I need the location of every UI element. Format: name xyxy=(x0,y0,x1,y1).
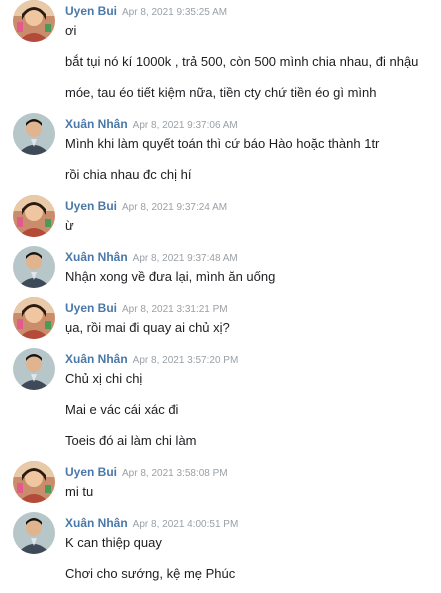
sender-name[interactable]: Uyen Bui xyxy=(65,301,117,315)
message-header: Uyen Bui Apr 8, 2021 9:35:25 AM xyxy=(65,2,227,20)
nhan-avatar[interactable] xyxy=(13,348,55,390)
message-text: ụa, rồi mai đi quay ai chủ xị? xyxy=(65,320,230,335)
message-text: Chủ xị chi chị xyxy=(65,371,143,386)
message-text: Mai e vác cái xác đi xyxy=(65,402,179,417)
message-text: Mình khi làm quyết toán thì cứ báo Hào h… xyxy=(65,136,380,151)
message-text: ơi xyxy=(65,23,77,38)
sender-name[interactable]: Uyen Bui xyxy=(65,4,117,18)
uyen-avatar[interactable] xyxy=(13,195,55,237)
sender-name[interactable]: Xuân Nhân xyxy=(65,117,128,131)
nhan-avatar[interactable] xyxy=(13,512,55,554)
nhan-avatar[interactable] xyxy=(13,113,55,155)
uyen-avatar[interactable] xyxy=(13,461,55,503)
message-timestamp: Apr 8, 2021 3:57:20 PM xyxy=(132,355,239,366)
sender-name[interactable]: Xuân Nhân xyxy=(65,250,128,264)
message-timestamp: Apr 8, 2021 9:35:25 AM xyxy=(122,7,228,18)
message-text: bắt tụi nó kí 1000k , trả 500, còn 500 m… xyxy=(65,54,419,69)
message-text: móe, tau éo tiết kiệm nữa, tiền cty chứ … xyxy=(65,85,377,100)
message-timestamp: Apr 8, 2021 3:58:08 PM xyxy=(122,468,228,479)
message-text: mi tu xyxy=(65,484,94,499)
message-header: Xuân Nhân Apr 8, 2021 9:37:06 AM xyxy=(65,115,238,133)
message-text: Nhận xong về đưa lại, mình ăn uống xyxy=(65,269,276,284)
uyen-avatar[interactable] xyxy=(13,0,55,42)
sender-name[interactable]: Uyen Bui xyxy=(65,465,117,479)
message-timestamp: Apr 8, 2021 4:00:51 PM xyxy=(132,519,239,530)
message-header: Uyen Bui Apr 8, 2021 3:31:21 PM xyxy=(65,299,228,317)
message-text: rồi chia nhau đc chị hí xyxy=(65,167,192,182)
sender-name[interactable]: Xuân Nhân xyxy=(65,516,128,530)
uyen-avatar[interactable] xyxy=(13,297,55,339)
message-text: K can thiệp quay xyxy=(65,535,162,550)
message-header: Xuân Nhân Apr 8, 2021 4:00:51 PM xyxy=(65,514,238,532)
message-header: Uyen Bui Apr 8, 2021 3:58:08 PM xyxy=(65,463,228,481)
sender-name[interactable]: Xuân Nhân xyxy=(65,352,128,366)
message-header: Xuân Nhân Apr 8, 2021 3:57:20 PM xyxy=(65,350,238,368)
message-header: Uyen Bui Apr 8, 2021 9:37:24 AM xyxy=(65,197,227,215)
message-timestamp: Apr 8, 2021 9:37:06 AM xyxy=(132,120,238,131)
message-header: Xuân Nhân Apr 8, 2021 9:37:48 AM xyxy=(65,248,238,266)
sender-name[interactable]: Uyen Bui xyxy=(65,199,117,213)
message-timestamp: Apr 8, 2021 3:31:21 PM xyxy=(122,304,228,315)
message-timestamp: Apr 8, 2021 9:37:48 AM xyxy=(132,253,238,264)
nhan-avatar[interactable] xyxy=(13,246,55,288)
message-text: Toeis đó ai làm chi làm xyxy=(65,433,197,448)
message-timestamp: Apr 8, 2021 9:37:24 AM xyxy=(122,202,228,213)
message-text: Chơi cho sướng, kệ mẹ Phúc xyxy=(65,566,236,581)
message-text: ừ xyxy=(65,218,74,233)
